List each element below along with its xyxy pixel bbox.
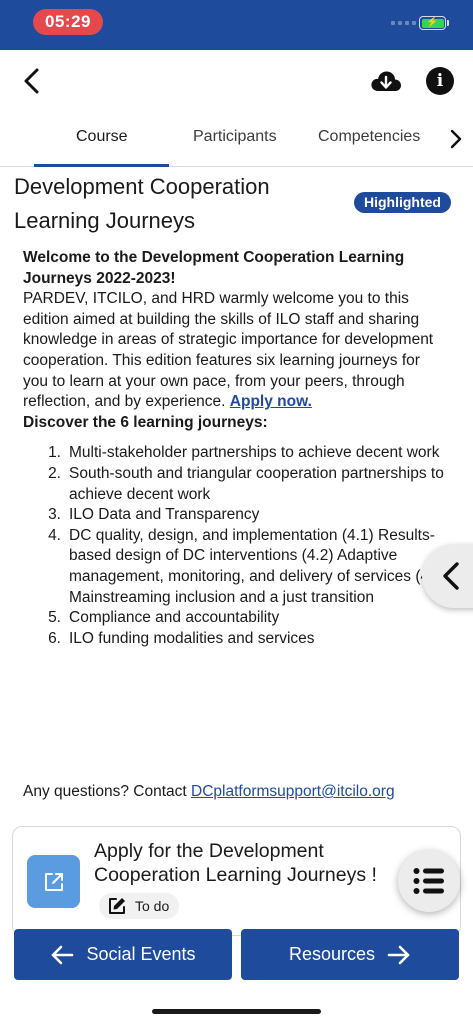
home-indicator[interactable] [152, 1009, 321, 1014]
welcome-heading: Welcome to the Development Cooperation L… [23, 249, 405, 287]
info-button[interactable]: i [426, 67, 454, 95]
download-button[interactable] [370, 68, 402, 96]
signal-icon [391, 21, 416, 25]
welcome-body: PARDEV, ITCILO, and HRD warmly welcome y… [23, 289, 448, 413]
previous-section-button[interactable]: Social Events [14, 929, 232, 980]
tab-bar: Course Participants Competencies [0, 120, 473, 167]
page-title-line1: Development Cooperation [14, 174, 270, 199]
status-time: 05:29 [33, 9, 103, 35]
list-item: 1. Multi-stakeholder partnerships to achi… [48, 444, 440, 462]
welcome-text: PARDEV, ITCILO, and HRD warmly welcome y… [23, 290, 434, 411]
tab-participants[interactable]: Participants [193, 128, 277, 146]
questions-text: Any questions? Contact [23, 783, 192, 800]
tab-competencies[interactable]: Competencies [318, 128, 420, 146]
chevron-left-icon [443, 562, 459, 590]
next-section-button[interactable]: Resources [241, 929, 459, 980]
journeys-list: 1. Multi-stakeholder partnerships to achi… [23, 443, 448, 649]
tab-course[interactable]: Course [76, 128, 128, 146]
questions-line: Any questions? Contact DCplatformsupport… [23, 783, 395, 801]
list-item: 4. DC quality, design, and implementation… [48, 526, 448, 606]
status-bar: 05:29 ⚡ [0, 0, 473, 50]
highlighted-badge: Highlighted [354, 192, 451, 213]
edit-icon [109, 898, 125, 914]
list-item: 6. ILO funding modalities and services [48, 629, 315, 647]
menu-fab-button[interactable] [398, 850, 460, 912]
battery-icon: ⚡ [419, 16, 446, 30]
page-title: Development Cooperation Learning Journey… [14, 170, 314, 238]
page-title-line2: Learning Journeys [14, 208, 196, 233]
list-item: 5. Compliance and accountability [48, 609, 280, 627]
chevron-left-icon [24, 68, 39, 94]
info-icon: i [436, 71, 444, 91]
journeys-heading: Discover the 6 learning journeys: [23, 413, 268, 431]
next-section-label: Resources [288, 944, 376, 964]
arrow-left-icon [52, 945, 74, 964]
apply-now-link[interactable]: Apply now. [230, 393, 312, 410]
activity-type-icon [27, 855, 80, 908]
list-icon [413, 868, 444, 894]
status-badge: To do [99, 893, 180, 919]
status-label: To do [135, 898, 170, 914]
course-screen: 05:29 ⚡ i Course Participants Competenci… [0, 0, 473, 1024]
list-item: 3. ILO Data and Transparency [48, 506, 260, 524]
arrow-right-icon [387, 945, 410, 964]
back-button[interactable] [18, 66, 48, 96]
previous-section-label: Social Events [86, 944, 196, 964]
cloud-download-icon [371, 71, 401, 91]
list-item: 2. South-south and triangular cooperation… [48, 464, 444, 503]
external-link-icon [45, 873, 63, 891]
tab-selected-indicator [34, 164, 169, 167]
support-email-link[interactable]: DCplatformsupport@itcilo.org [191, 783, 395, 800]
activity-title: Apply for the Development Cooperation Le… [94, 840, 377, 886]
battery-nub [447, 20, 449, 26]
activity-card[interactable]: Apply for the Development Cooperation Le… [12, 826, 461, 936]
course-description: Welcome to the Development Cooperation L… [23, 248, 448, 649]
chevron-right-icon[interactable] [448, 128, 464, 150]
